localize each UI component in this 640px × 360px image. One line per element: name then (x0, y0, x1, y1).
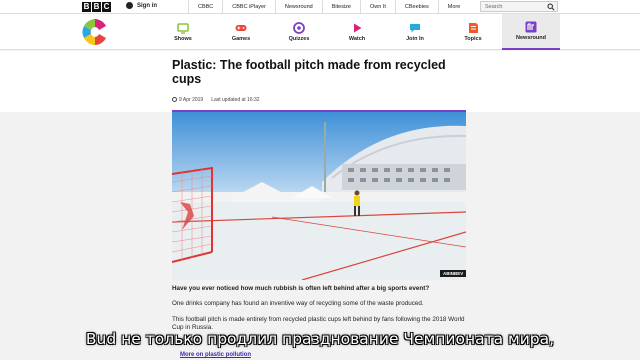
cbbc-nav-label: Shows (174, 36, 192, 42)
quiz-icon (293, 22, 305, 34)
article-photo (172, 112, 466, 280)
cbbc-nav-games[interactable]: Games (212, 14, 270, 50)
bbc-logo-letter: B (82, 2, 91, 12)
article-date-wrap: 9 Apr 2019 (172, 97, 203, 103)
article-intro: Have you ever noticed how much rubbish i… (172, 285, 430, 292)
bbc-logo[interactable]: B B C (82, 2, 111, 12)
nav-link-cbbc-iplayer[interactable]: CBBC iPlayer (222, 0, 275, 14)
search-placeholder: Search (485, 3, 503, 10)
nav-link-own-it[interactable]: Own It (360, 0, 395, 14)
signin-link[interactable]: Sign in (126, 2, 157, 9)
newsround-icon (525, 21, 537, 33)
nav-link-newsround[interactable]: Newsround (274, 0, 322, 14)
bbc-logo-letter: C (102, 2, 111, 12)
bbc-logo-letter: B (92, 2, 101, 12)
cbbc-nav-label: Topics (464, 36, 482, 42)
cbbc-nav-label: Games (231, 36, 251, 42)
join-in-icon (410, 24, 420, 33)
nav-link-cbbc[interactable]: CBBC (188, 0, 222, 14)
bbc-nav-links: CBBC CBBC iPlayer Newsround Bitesize Own… (188, 0, 469, 14)
more-plastic-link[interactable]: More on plastic pollution (180, 352, 251, 358)
cbbc-nav-label: Join In (406, 36, 424, 42)
nav-link-bitesize[interactable]: Bitesize (321, 0, 360, 14)
tv-icon (177, 23, 189, 34)
cbbc-nav-watch[interactable]: Watch (328, 14, 386, 50)
cbbc-nav-topics[interactable]: Topics (444, 14, 502, 50)
cbbc-nav-newsround[interactable]: Newsround (502, 14, 560, 50)
bbc-global-bar: B B C Sign in CBBC CBBC iPlayer Newsroun… (0, 0, 640, 14)
article-meta: 9 Apr 2019 Last updated at 16:32 (172, 97, 260, 103)
topics-icon (469, 23, 478, 33)
signin-label: Sign in (137, 2, 157, 9)
gamepad-icon (235, 25, 247, 31)
cbbc-nav-join-in[interactable]: Join In (386, 14, 444, 50)
play-icon (354, 23, 362, 33)
nav-link-cbeebies[interactable]: CBeebies (394, 0, 438, 14)
cbbc-logo[interactable] (80, 17, 110, 47)
clock-icon (172, 97, 177, 103)
article-paragraph: One drinks company has found an inventiv… (172, 300, 424, 307)
cbbc-nav-label: Watch (348, 36, 366, 42)
video-subtitle: Bud не только продлил празднование Чемпи… (85, 330, 555, 348)
cbbc-nav-quizzes[interactable]: Quizzes (270, 14, 328, 50)
user-icon (126, 2, 133, 9)
article-updated: Last updated at 16:32 (211, 97, 260, 103)
cbbc-nav-label: Quizzes (288, 36, 310, 42)
article-date: 9 Apr 2019 (179, 97, 204, 103)
nav-link-more[interactable]: More (437, 0, 470, 14)
cbbc-nav-shows[interactable]: Shows (154, 14, 212, 50)
cbbc-nav-label: Newsround (516, 35, 546, 41)
cbbc-header: Shows Games Quizzes Watch Join In Topics… (0, 14, 640, 50)
search-input[interactable]: Search (480, 1, 558, 12)
cbbc-nav: Shows Games Quizzes Watch Join In Topics… (154, 14, 560, 50)
article-headline: Plastic: The football pitch made from re… (172, 58, 446, 86)
search-icon[interactable] (547, 3, 555, 11)
photo-credit: ABINBEV (440, 270, 467, 277)
